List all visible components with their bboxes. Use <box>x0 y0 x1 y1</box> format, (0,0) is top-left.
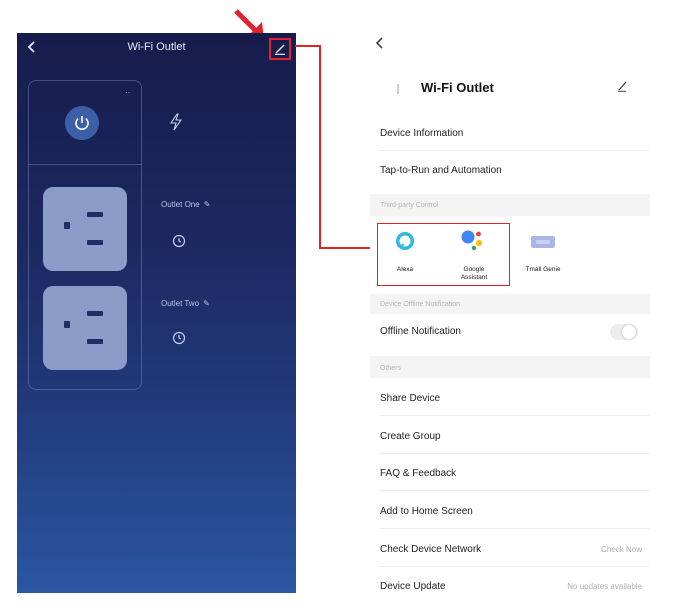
outlet-two-socket[interactable] <box>43 286 127 370</box>
update-status: No updates available <box>567 582 642 591</box>
pencil-icon: ✎ <box>203 200 211 209</box>
check-now-link[interactable]: Check Now <box>601 545 642 554</box>
divider <box>380 490 650 491</box>
offline-notification-item: Offline Notification <box>380 326 461 337</box>
google-assistant-icon[interactable] <box>459 229 487 253</box>
pencil-icon[interactable] <box>617 80 631 92</box>
timer-clock-icon[interactable] <box>172 234 186 248</box>
right-phone-screen: Wi-Fi Outlet Device Information Tap-to-R… <box>370 30 650 613</box>
more-dots-icon[interactable]: ‥ <box>125 87 130 95</box>
timer-clock-icon[interactable] <box>172 331 186 345</box>
pencil-icon <box>275 44 285 55</box>
connector-line <box>319 247 375 249</box>
outlet-one-socket[interactable] <box>43 187 127 271</box>
lightning-icon[interactable] <box>170 113 182 131</box>
device-image <box>397 84 399 94</box>
add-to-home-screen-item[interactable]: Add to Home Screen <box>380 506 473 517</box>
pencil-icon: ✎ <box>203 299 210 308</box>
third-party-header: Third-party Control <box>380 202 439 209</box>
connector-line <box>295 45 320 47</box>
check-device-network-item[interactable]: Check Device Network <box>380 544 481 555</box>
others-header: Others <box>380 365 402 372</box>
tmall-genie-icon[interactable] <box>530 235 556 249</box>
connector-line <box>319 45 321 249</box>
tmall-genie-label[interactable]: Tmall Genie <box>520 266 566 274</box>
share-device-item[interactable]: Share Device <box>380 393 440 404</box>
back-arrow-icon[interactable] <box>374 36 386 50</box>
offline-notification-header: Device Offline Notification <box>380 301 461 308</box>
tap-to-run-item[interactable]: Tap-to-Run and Automation <box>380 165 502 176</box>
device-update-item[interactable]: Device Update <box>380 581 446 592</box>
divider <box>380 150 650 151</box>
page-title: Wi-Fi Outlet <box>127 41 186 53</box>
section-band <box>370 356 650 378</box>
device-information-item[interactable]: Device Information <box>380 128 463 139</box>
divider <box>380 415 650 416</box>
power-button[interactable] <box>65 106 99 140</box>
divider <box>380 528 650 529</box>
power-icon <box>75 116 89 130</box>
create-group-item[interactable]: Create Group <box>380 431 441 442</box>
alexa-icon[interactable] <box>395 231 415 251</box>
edit-button[interactable] <box>269 38 291 60</box>
alexa-label[interactable]: Alexa <box>385 266 425 274</box>
divider <box>380 453 650 454</box>
outlet-one-label[interactable]: Outlet One ✎ <box>161 200 210 209</box>
faq-feedback-item[interactable]: FAQ & Feedback <box>380 468 456 479</box>
panel-divider <box>28 164 142 165</box>
device-name: Wi-Fi Outlet <box>421 80 494 95</box>
offline-notification-toggle[interactable] <box>610 324 638 340</box>
outlet-two-label[interactable]: Outlet Two ✎ <box>161 299 210 308</box>
divider <box>380 566 650 567</box>
left-phone-screen: Wi-Fi Outlet ‥ Outlet One ✎ Outlet Two ✎ <box>17 33 296 593</box>
google-assistant-label[interactable]: Google Assistant <box>448 266 500 282</box>
